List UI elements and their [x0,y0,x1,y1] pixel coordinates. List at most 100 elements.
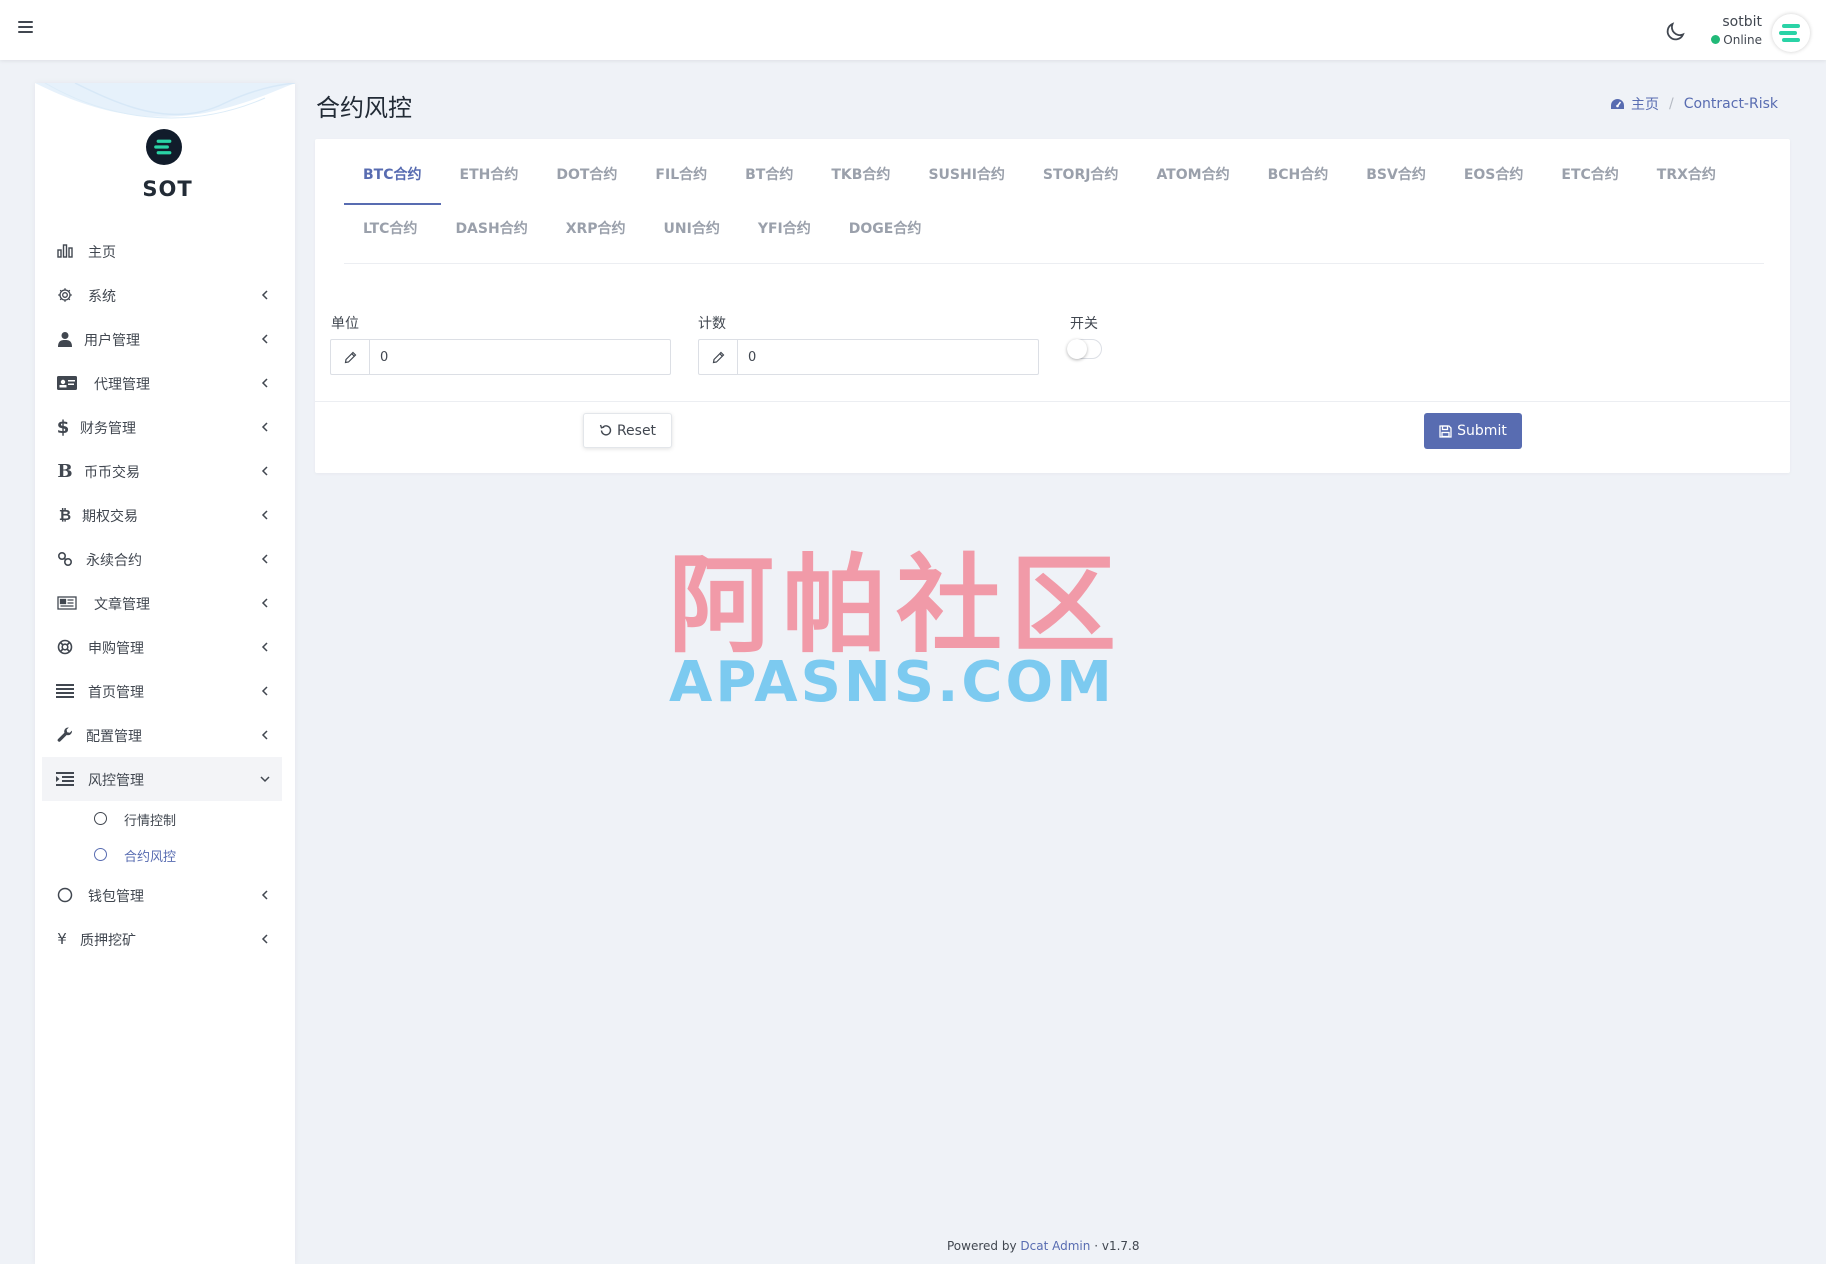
enable-switch[interactable] [1067,339,1102,359]
pencil-icon [699,340,738,374]
switch-knob [1067,339,1087,359]
chevron-left-icon [261,598,268,608]
tab-xrp[interactable]: XRP合约 [547,203,645,257]
sidebar: SOT 主页 系统 用户管理 代理管理 $ 财务管理 B 币币交易 ₿ 期权交易… [35,83,295,1264]
circle-icon [94,848,107,861]
bold-b-icon: B [57,460,73,482]
hamburger-menu-icon[interactable] [18,18,38,38]
tab-storj[interactable]: STORJ合约 [1024,149,1138,203]
tab-bt[interactable]: BT合约 [726,149,812,203]
sidebar-subitem-market-control[interactable]: 行情控制 [42,801,282,837]
chevron-left-icon [261,290,268,300]
count-input-group [698,339,1039,375]
sidebar-item-agents[interactable]: 代理管理 [42,361,282,405]
chevron-left-icon [261,378,268,388]
tab-fil[interactable]: FIL合约 [636,149,726,203]
tab-eos[interactable]: EOS合约 [1445,149,1543,203]
user-name[interactable]: sotbit [1700,14,1762,30]
breadcrumb-separator: / [1668,96,1674,112]
footer-separator: · [1094,1239,1099,1253]
tab-etc[interactable]: ETC合约 [1542,149,1637,203]
tab-btc[interactable]: BTC合约 [344,149,441,205]
tab-trx[interactable]: TRX合约 [1638,149,1735,203]
sidebar-item-label: 币币交易 [84,465,140,481]
sidebar-item-label: 文章管理 [94,597,150,613]
brand-logo[interactable] [146,129,182,165]
breadcrumb-current: Contract-Risk [1683,96,1778,112]
sidebar-item-spot-trading[interactable]: B 币币交易 [42,449,282,493]
submit-button[interactable]: Submit [1424,413,1522,449]
reset-button[interactable]: Reset [583,413,672,448]
tab-doge[interactable]: DOGE合约 [830,203,941,257]
sidebar-item-label: 永续合约 [86,553,142,569]
tab-yfi[interactable]: YFI合约 [739,203,830,257]
sidebar-item-label: 期权交易 [82,509,138,525]
unit-label: 单位 [331,316,359,332]
life-ring-icon [56,638,74,656]
tab-uni[interactable]: UNI合约 [645,203,739,257]
sidebar-item-risk-control[interactable]: 风控管理 [42,757,282,801]
undo-icon [599,424,612,436]
chevron-left-icon [261,642,268,652]
sidebar-item-system[interactable]: 系统 [42,273,282,317]
avatar[interactable] [1772,14,1810,52]
sidebar-item-label: 代理管理 [94,377,150,393]
wrench-icon [56,726,74,744]
sidebar-item-homepage[interactable]: 首页管理 [42,669,282,713]
chevron-left-icon [261,422,268,432]
dcat-admin-link[interactable]: Dcat Admin [1020,1239,1090,1253]
top-navbar: sotbit Online [0,0,1826,60]
count-input[interactable] [738,340,1038,374]
brand-logo-icon [1779,24,1800,42]
sidebar-item-staking[interactable]: ¥ 质押挖矿 [42,917,282,961]
sidebar-subitem-label: 行情控制 [124,814,177,829]
sidebar-item-articles[interactable]: 文章管理 [42,581,282,625]
tab-bch[interactable]: BCH合约 [1249,149,1348,203]
sidebar-item-label: 系统 [88,289,116,305]
sidebar-item-perpetual[interactable]: 永续合约 [42,537,282,581]
chevron-left-icon [261,510,268,520]
version-text: v1.7.8 [1101,1239,1140,1253]
sidebar-item-label: 主页 [88,245,116,261]
switch-label: 开关 [1070,316,1098,332]
sidebar-item-finance[interactable]: $ 财务管理 [42,405,282,449]
moon-icon[interactable] [1663,20,1687,44]
tab-bsv[interactable]: BSV合约 [1347,149,1445,203]
tab-atom[interactable]: ATOM合约 [1137,149,1248,203]
sidebar-item-wallet[interactable]: 钱包管理 [42,873,282,917]
tab-sushi[interactable]: SUSHI合约 [909,149,1023,203]
user-status: Online [1710,33,1762,47]
chevron-left-icon [261,890,268,900]
chevron-left-icon [261,730,268,740]
yen-icon: ¥ [57,930,67,948]
tab-row-2: LTC合约 DASH合约 XRP合约 UNI合约 YFI合约 DOGE合约 [344,203,1764,257]
count-label: 计数 [698,316,726,332]
sidebar-item-label: 钱包管理 [88,889,144,905]
sidebar-item-label: 风控管理 [88,773,144,789]
sidebar-subitem-contract-risk[interactable]: 合约风控 [42,837,282,873]
unit-input[interactable] [370,340,670,374]
brand-logo-icon [154,139,172,155]
brand-name: SOT [142,177,193,201]
user-status-text: Online [1723,33,1762,47]
tab-eth[interactable]: ETH合约 [441,149,538,203]
tab-tkb[interactable]: TKB合约 [812,149,909,203]
form-card: BTC合约 ETH合约 DOT合约 FIL合约 BT合约 TKB合约 SUSHI… [315,139,1790,473]
breadcrumb-home[interactable]: 主页 [1631,94,1659,114]
dollar-icon: $ [56,416,70,438]
list-icon [56,682,74,700]
sidebar-item-home[interactable]: 主页 [42,229,282,273]
indent-icon [56,770,74,788]
tab-dash[interactable]: DASH合约 [436,203,546,257]
sidebar-item-users[interactable]: 用户管理 [42,317,282,361]
breadcrumb: 主页 / Contract-Risk [1610,94,1778,114]
sidebar-item-label: 配置管理 [86,729,142,745]
sidebar-item-options-trading[interactable]: ₿ 期权交易 [42,493,282,537]
id-card-icon [56,374,78,392]
sidebar-item-config[interactable]: 配置管理 [42,713,282,757]
sidebar-item-label: 用户管理 [84,333,140,349]
tab-dot[interactable]: DOT合约 [537,149,636,203]
link-icon [56,550,74,568]
tab-ltc[interactable]: LTC合约 [344,203,436,257]
sidebar-item-subscription[interactable]: 申购管理 [42,625,282,669]
